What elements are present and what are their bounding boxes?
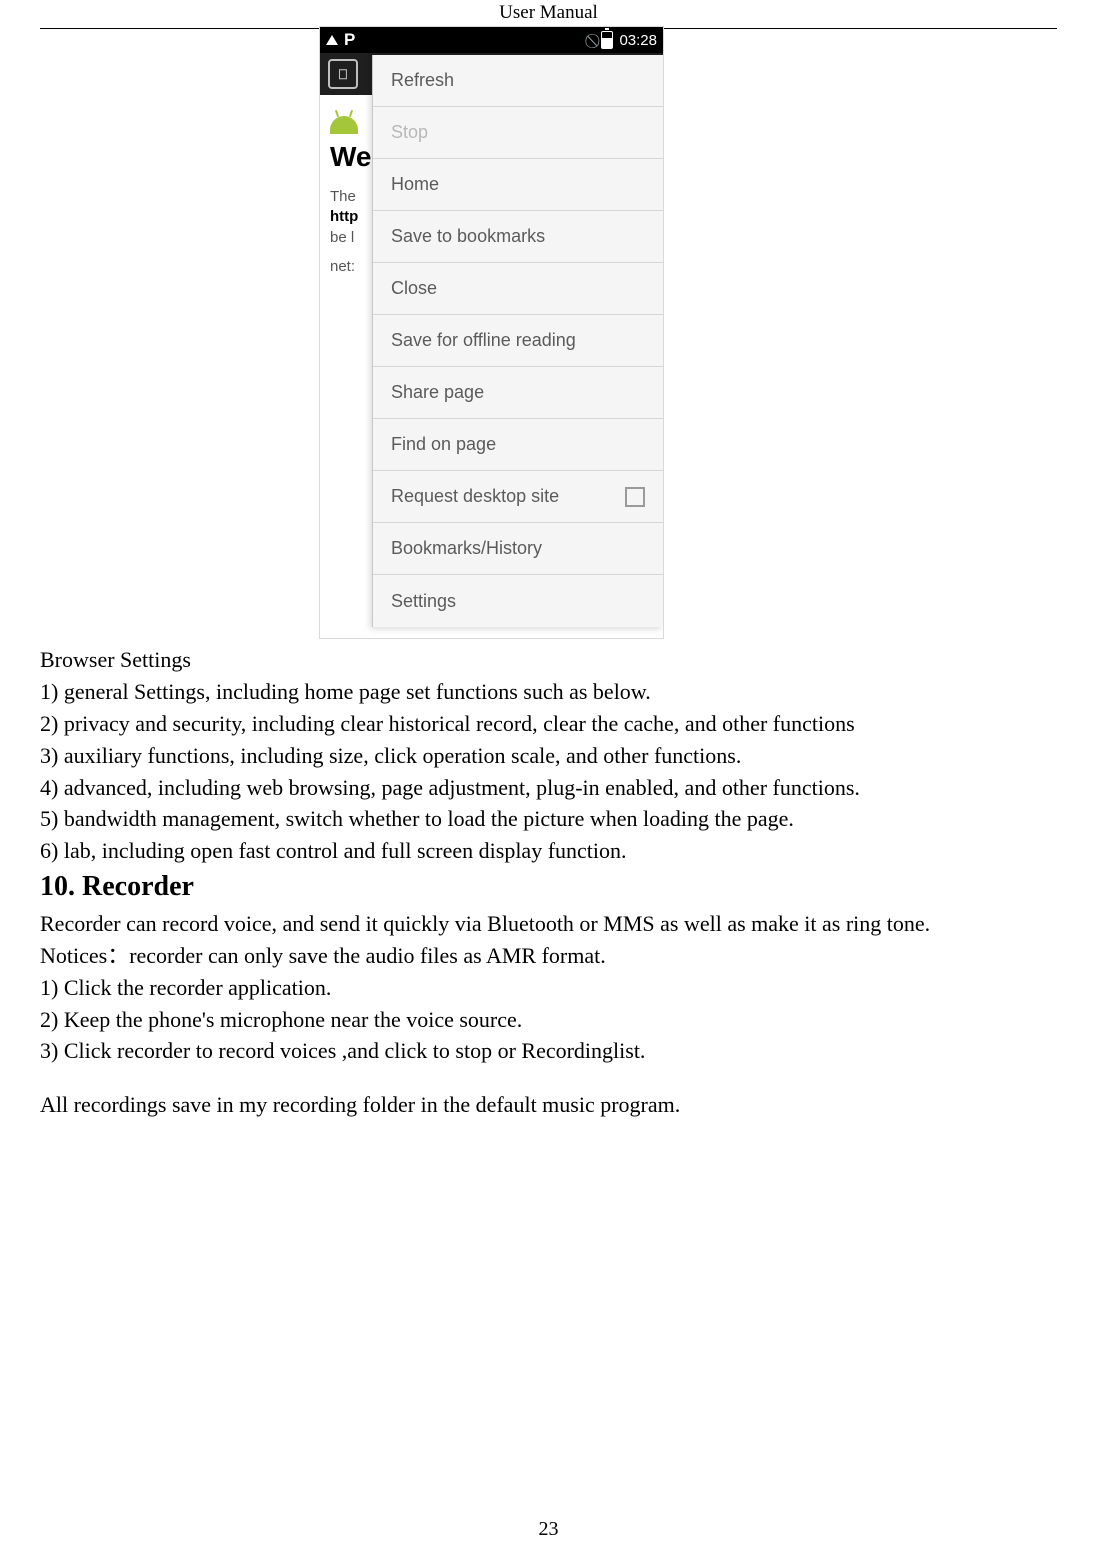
menu-item-refresh[interactable]: Refresh xyxy=(373,55,663,107)
p-icon: P xyxy=(344,30,355,50)
status-left: P xyxy=(326,30,355,50)
settings-line-6: 6) lab, including open fast control and … xyxy=(40,835,1057,867)
menu-item-find-on-page[interactable]: Find on page xyxy=(373,419,663,471)
android-screenshot: P ⃠ 03:28 ⎕ We The http ot be l net: Ref… xyxy=(319,26,664,639)
document-body: Browser Settings 1) general Settings, in… xyxy=(40,644,1057,1121)
tabs-button[interactable]: ⎕ xyxy=(328,59,358,89)
battery-icon xyxy=(601,31,613,49)
menu-label: Bookmarks/History xyxy=(391,538,542,559)
recorder-l2: 2) Keep the phone's microphone near the … xyxy=(40,1004,1057,1036)
menu-label: Find on page xyxy=(391,434,496,455)
recorder-l1: 1) Click the recorder application. xyxy=(40,972,1057,1004)
menu-label: Share page xyxy=(391,382,484,403)
settings-line-2: 2) privacy and security, including clear… xyxy=(40,708,1057,740)
android-statusbar: P ⃠ 03:28 xyxy=(320,27,663,53)
menu-item-settings[interactable]: Settings xyxy=(373,575,663,627)
menu-item-share-page[interactable]: Share page xyxy=(373,367,663,419)
menu-item-close[interactable]: Close xyxy=(373,263,663,315)
menu-item-bookmarks-history[interactable]: Bookmarks/History xyxy=(373,523,663,575)
notification-icon xyxy=(326,35,338,45)
page-number: 23 xyxy=(0,1518,1097,1541)
settings-line-3: 3) auxiliary functions, including size, … xyxy=(40,740,1057,772)
menu-label: Save for offline reading xyxy=(391,330,576,351)
settings-line-1: 1) general Settings, including home page… xyxy=(40,676,1057,708)
page-header: User Manual xyxy=(0,0,1097,24)
browser-settings-title: Browser Settings xyxy=(40,644,1057,676)
menu-item-home[interactable]: Home xyxy=(373,159,663,211)
menu-label: Refresh xyxy=(391,70,454,91)
err-the: The xyxy=(330,188,356,205)
menu-item-save-bookmarks[interactable]: Save to bookmarks xyxy=(373,211,663,263)
recorder-l3: 3) Click recorder to record voices ,and … xyxy=(40,1035,1057,1067)
settings-line-4: 4) advanced, including web browsing, pag… xyxy=(40,772,1057,804)
menu-label: Save to bookmarks xyxy=(391,226,545,247)
menu-item-request-desktop[interactable]: Request desktop site xyxy=(373,471,663,523)
err-bel: be l xyxy=(330,229,354,246)
menu-item-stop: Stop xyxy=(373,107,663,159)
checkbox-icon[interactable] xyxy=(625,487,645,507)
status-right: ⃠ 03:28 xyxy=(595,31,657,49)
section-recorder-heading: 10. Recorder xyxy=(40,867,1057,908)
menu-label: Request desktop site xyxy=(391,486,559,507)
menu-label: Stop xyxy=(391,122,428,143)
menu-label: Settings xyxy=(391,591,456,612)
settings-line-5: 5) bandwidth management, switch whether … xyxy=(40,803,1057,835)
header-title: User Manual xyxy=(499,2,598,23)
recorder-p2: Notices：recorder can only save the audio… xyxy=(40,940,1057,972)
spacer xyxy=(40,1067,1057,1089)
menu-item-save-offline[interactable]: Save for offline reading xyxy=(373,315,663,367)
recorder-p1: Recorder can record voice, and send it q… xyxy=(40,908,1057,940)
err-http: http xyxy=(330,208,358,225)
clock: 03:28 xyxy=(619,32,657,49)
recorder-p3: All recordings save in my recording fold… xyxy=(40,1089,1057,1121)
menu-label: Close xyxy=(391,278,437,299)
browser-overflow-menu: Refresh Stop Home Save to bookmarks Clos… xyxy=(372,55,663,627)
menu-label: Home xyxy=(391,174,439,195)
android-icon xyxy=(330,116,358,134)
